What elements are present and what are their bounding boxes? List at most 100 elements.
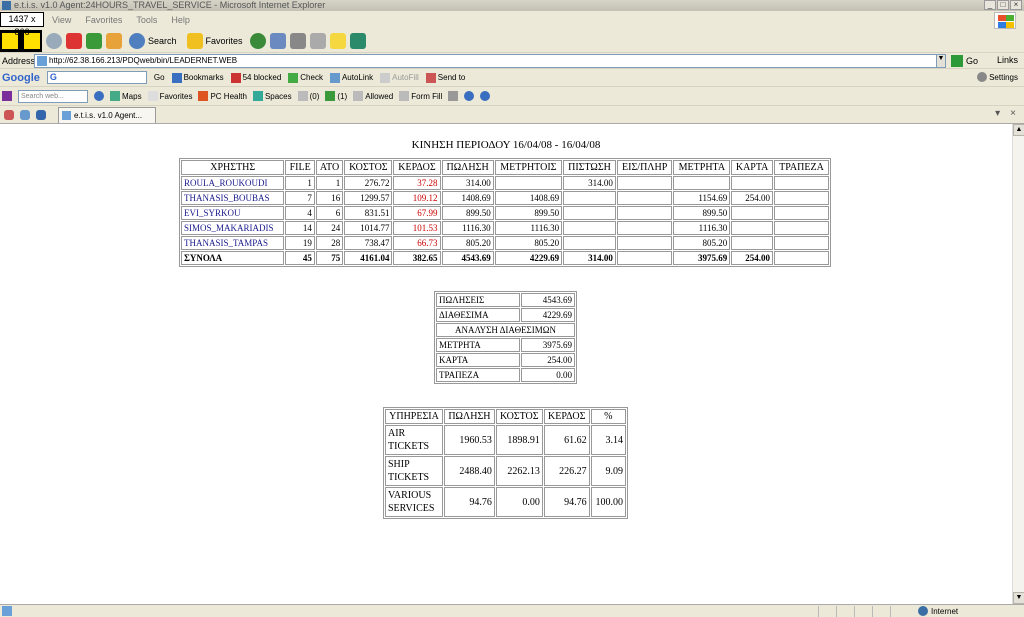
table-cell <box>774 206 829 220</box>
bookmarks-button[interactable]: Bookmarks <box>171 72 224 83</box>
yahoo-search-input[interactable]: Search web... <box>18 89 88 103</box>
totals-cell: 3975.69 <box>673 251 731 265</box>
status-pane <box>818 606 836 617</box>
totals-cell: 75 <box>315 251 344 265</box>
popup-blocker-button[interactable]: 54 blocked <box>230 72 282 83</box>
google-search-input[interactable]: G <box>46 71 147 84</box>
url-dropdown-button[interactable]: ▼ <box>936 54 946 68</box>
vertical-scrollbar[interactable]: ▲ ▼ <box>1012 124 1024 604</box>
table-cell: 899.50 <box>494 206 563 220</box>
google-settings-button[interactable]: Settings <box>977 72 1018 82</box>
user-link[interactable]: SIMOS_MAKARIADIS <box>181 221 285 235</box>
table-cell: 1 <box>285 176 315 190</box>
table-row: EVI_SYRKOU 4 6 831.51 67.99 899.50 899.50 899.5… <box>181 206 829 220</box>
user-link[interactable]: ROULA_ROUKOUDI <box>181 176 285 190</box>
links-button[interactable]: Links <box>997 55 1018 65</box>
table-cell: 2262.13 <box>495 456 543 486</box>
search-button[interactable]: Search <box>126 31 180 51</box>
new-tab-icon[interactable] <box>36 109 46 120</box>
autofill-button[interactable]: AutoFill <box>380 72 419 83</box>
menu-view[interactable]: View <box>52 15 71 25</box>
user-link[interactable]: EVI_SYRKOU <box>181 206 285 220</box>
user-link[interactable]: THANASIS_TAMPAS <box>181 236 285 250</box>
totals-cell: 4229.69 <box>494 251 563 265</box>
blocker-icon <box>230 72 241 83</box>
sendto-button[interactable]: Send to <box>425 72 466 83</box>
messenger-button[interactable]: (1) <box>325 91 347 101</box>
menu-help[interactable]: Help <box>171 15 190 25</box>
service-name: AIR TICKETS <box>385 425 443 455</box>
favorites-button[interactable]: Favorites <box>184 31 246 51</box>
spaces-icon <box>252 91 263 101</box>
mail-icon[interactable] <box>269 32 286 49</box>
minimize-button[interactable]: _ <box>984 0 996 10</box>
allowed-button[interactable]: Allowed <box>353 91 393 101</box>
edit-icon[interactable] <box>309 32 326 49</box>
services-col-header: ΠΩΛΗΣΗ <box>444 409 495 424</box>
tab-list-icon[interactable] <box>4 109 14 120</box>
table-row: THANASIS_TAMPAS 19 28 738.47 66.73 805.20 805.… <box>181 236 829 250</box>
google-go-button[interactable]: Go <box>154 73 165 82</box>
services-table: ΥΠΗΡΕΣΙΑ ΠΩΛΗΣΗ ΚΟΣΤΟΣ ΚΕΡΔΟΣ% AIR TICKETS 1… <box>383 407 628 519</box>
maximize-button[interactable]: □ <box>997 0 1009 10</box>
menu-favorites[interactable]: Favorites <box>85 15 122 25</box>
formfill-icon <box>399 91 410 101</box>
table-cell: 2488.40 <box>444 456 495 486</box>
formfill-button[interactable]: Form Fill <box>399 91 442 101</box>
history-icon[interactable] <box>249 32 266 49</box>
yahoo-search-button[interactable] <box>94 91 104 101</box>
rss-button[interactable] <box>448 91 459 101</box>
refresh-icon[interactable] <box>86 32 102 49</box>
yahoo-favorites-button[interactable]: Favorites <box>147 91 192 101</box>
table-cell: 6 <box>315 206 344 220</box>
print-icon[interactable] <box>289 32 306 49</box>
quick-tabs-icon[interactable] <box>20 109 30 120</box>
user-link[interactable]: THANASIS_BOUBAS <box>181 191 285 205</box>
table-cell: 16 <box>315 191 344 205</box>
tab-etis[interactable]: e.t.i.s. v1.0 Agent... <box>58 106 156 123</box>
table-cell: 1408.69 <box>494 191 563 205</box>
yahoo-options-button[interactable] <box>464 91 475 101</box>
users-col-header: ΠΙΣΤΩΣΗ <box>563 160 616 175</box>
pchealth-button[interactable]: PC Health <box>198 91 247 101</box>
ie-icon <box>2 1 11 10</box>
table-cell <box>616 176 673 190</box>
tab-menu-icon[interactable]: ▾ <box>995 108 1000 119</box>
yahoo-menu-button[interactable] <box>2 91 12 101</box>
menu-tools[interactable]: Tools <box>136 15 157 25</box>
blocked-label: 54 blocked <box>242 73 282 82</box>
scroll-up-button[interactable]: ▲ <box>1013 124 1024 136</box>
help-button[interactable] <box>480 91 491 101</box>
zone-label: Internet <box>931 606 959 616</box>
table-cell: 899.50 <box>441 206 494 220</box>
url-field[interactable]: http://62.38.166.213/PDQweb/bin/LEADERNE… <box>34 54 946 68</box>
windows-logo-icon <box>994 12 1016 29</box>
table-cell: 899.50 <box>673 206 731 220</box>
close-button[interactable]: × <box>1010 0 1022 10</box>
stop-icon[interactable] <box>66 32 82 49</box>
google-logo: Google <box>2 71 40 84</box>
maps-label: Maps <box>122 91 142 101</box>
table-cell: 805.20 <box>673 236 731 250</box>
spaces-button[interactable]: Spaces <box>252 91 292 101</box>
home-icon[interactable] <box>106 32 122 49</box>
maps-button[interactable]: Maps <box>110 91 142 101</box>
allowed-icon <box>353 91 364 101</box>
mail-button[interactable]: (0) <box>297 91 319 101</box>
tab-controls: ▾ × <box>995 108 1016 119</box>
go-button[interactable]: Go <box>950 55 978 67</box>
notes-icon[interactable] <box>329 32 346 49</box>
close-tab-icon[interactable]: × <box>1010 108 1016 119</box>
mail-icon <box>297 91 308 101</box>
scroll-down-button[interactable]: ▼ <box>1013 592 1024 604</box>
rss-icon <box>448 91 459 101</box>
table-cell <box>673 176 731 190</box>
settings-label: Settings <box>989 72 1018 82</box>
table-cell <box>616 191 673 205</box>
sendto-label: Send to <box>437 73 466 82</box>
forward-icon[interactable] <box>46 32 62 49</box>
autolink-button[interactable]: AutoLink <box>329 72 373 83</box>
table-cell: 1116.30 <box>441 221 494 235</box>
messenger-icon[interactable] <box>349 32 366 49</box>
spellcheck-button[interactable]: Check <box>288 72 323 83</box>
